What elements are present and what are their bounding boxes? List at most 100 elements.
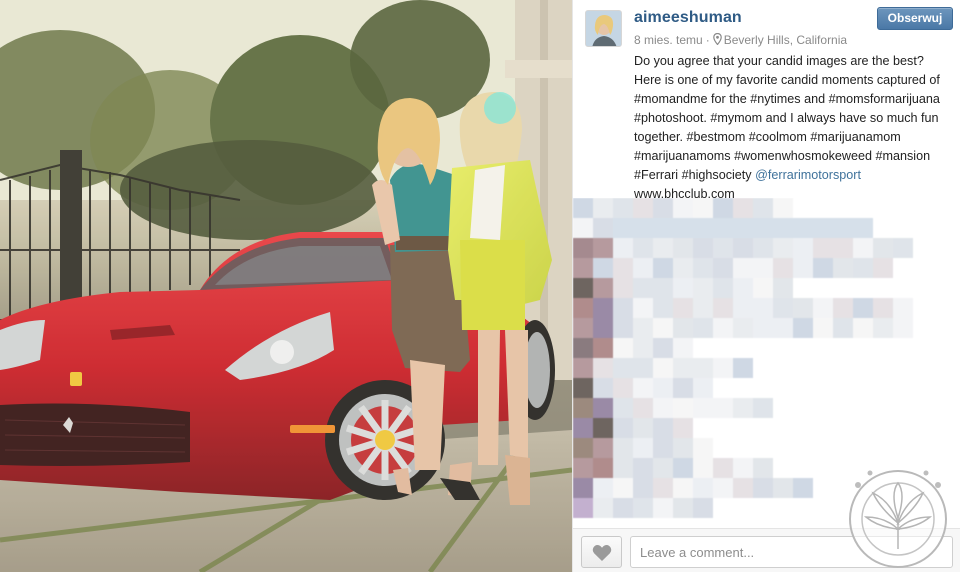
pixel-block — [853, 318, 873, 338]
pixel-block — [953, 298, 960, 318]
pixel-block — [593, 198, 613, 218]
pixel-block — [873, 398, 893, 418]
pixel-block — [753, 258, 773, 278]
post-location[interactable]: Beverly Hills, California — [724, 33, 847, 47]
pixel-block — [713, 318, 733, 338]
pixel-block — [893, 358, 913, 378]
username[interactable]: aimeeshuman — [634, 9, 742, 27]
pixel-block — [693, 258, 713, 278]
pixel-block — [873, 258, 893, 278]
pixel-block — [653, 438, 673, 458]
pixel-block — [653, 198, 673, 218]
pixel-block — [633, 358, 653, 378]
pixel-block — [713, 238, 733, 258]
pixel-block — [633, 298, 653, 318]
pixel-block — [693, 378, 713, 398]
pixel-block — [893, 318, 913, 338]
pixel-block — [953, 438, 960, 458]
pixel-block — [893, 218, 913, 238]
pixel-block — [953, 418, 960, 438]
pixel-block — [813, 218, 833, 238]
pixel-block — [573, 258, 593, 278]
pixel-block — [813, 258, 833, 278]
pixel-block — [653, 398, 673, 418]
pixel-block — [933, 258, 953, 278]
pixel-block — [793, 478, 813, 498]
pixel-block — [793, 378, 813, 398]
pixel-block — [893, 238, 913, 258]
pixel-block — [733, 238, 753, 258]
pixel-block — [653, 258, 673, 278]
pixel-block — [733, 298, 753, 318]
pixel-block — [833, 358, 853, 378]
pixel-block — [913, 278, 933, 298]
pixel-block — [593, 238, 613, 258]
pixel-block — [653, 238, 673, 258]
post-header: aimeeshuman 8 mies. temu · Beverly Hills, … — [573, 0, 960, 52]
pixel-block — [593, 498, 613, 518]
pixel-block — [673, 438, 693, 458]
pixel-block — [853, 418, 873, 438]
pixel-block — [753, 438, 773, 458]
pixel-block — [833, 218, 853, 238]
pixel-block — [693, 358, 713, 378]
pixel-block — [613, 218, 633, 238]
pixel-block — [933, 198, 953, 218]
pixel-block — [653, 378, 673, 398]
pixel-block — [593, 338, 613, 358]
pixel-block — [753, 358, 773, 378]
pixel-block — [593, 278, 613, 298]
pixel-block — [853, 398, 873, 418]
photo-illustration — [0, 0, 572, 572]
pixel-block — [573, 318, 593, 338]
pixel-block — [673, 358, 693, 378]
pixel-block — [793, 318, 813, 338]
pixel-block — [893, 198, 913, 218]
pixel-block — [653, 458, 673, 478]
pixel-block — [833, 398, 853, 418]
pixel-block — [913, 398, 933, 418]
pixel-block — [693, 438, 713, 458]
pixel-block — [713, 498, 733, 518]
pixel-block — [653, 358, 673, 378]
pixel-block — [793, 198, 813, 218]
caption-mention-link[interactable]: @ferrarimotorsport — [755, 168, 861, 182]
pixel-block — [813, 378, 833, 398]
pixel-block — [693, 318, 713, 338]
pixel-block — [813, 358, 833, 378]
pixel-block — [633, 278, 653, 298]
pixel-block — [573, 398, 593, 418]
pixel-block — [873, 298, 893, 318]
pixel-block — [693, 398, 713, 418]
pixel-block — [893, 338, 913, 358]
pixel-block — [593, 398, 613, 418]
pixel-block — [773, 338, 793, 358]
pixel-block — [833, 338, 853, 358]
pixel-block — [933, 378, 953, 398]
follow-button[interactable]: Obserwuj — [877, 7, 953, 30]
pixel-block — [913, 238, 933, 258]
pixel-block — [753, 238, 773, 258]
pixel-block — [873, 358, 893, 378]
avatar[interactable] — [585, 10, 622, 47]
post-photo[interactable] — [0, 0, 572, 572]
pixel-block — [873, 418, 893, 438]
pixel-block — [853, 298, 873, 318]
pixel-block — [793, 398, 813, 418]
like-button[interactable] — [581, 536, 622, 568]
pixel-block — [693, 498, 713, 518]
pixel-block — [613, 338, 633, 358]
pixel-block — [733, 278, 753, 298]
pixel-block — [933, 398, 953, 418]
pixel-block — [833, 298, 853, 318]
pixel-block — [793, 238, 813, 258]
post-caption: Do you agree that your candid images are… — [634, 52, 952, 204]
pixel-block — [573, 298, 593, 318]
pixel-block — [793, 278, 813, 298]
avatar-image — [586, 11, 621, 46]
pixel-block — [733, 378, 753, 398]
pixel-block — [753, 498, 773, 518]
pixel-block — [913, 438, 933, 458]
pixel-block — [873, 318, 893, 338]
pixel-block — [733, 198, 753, 218]
